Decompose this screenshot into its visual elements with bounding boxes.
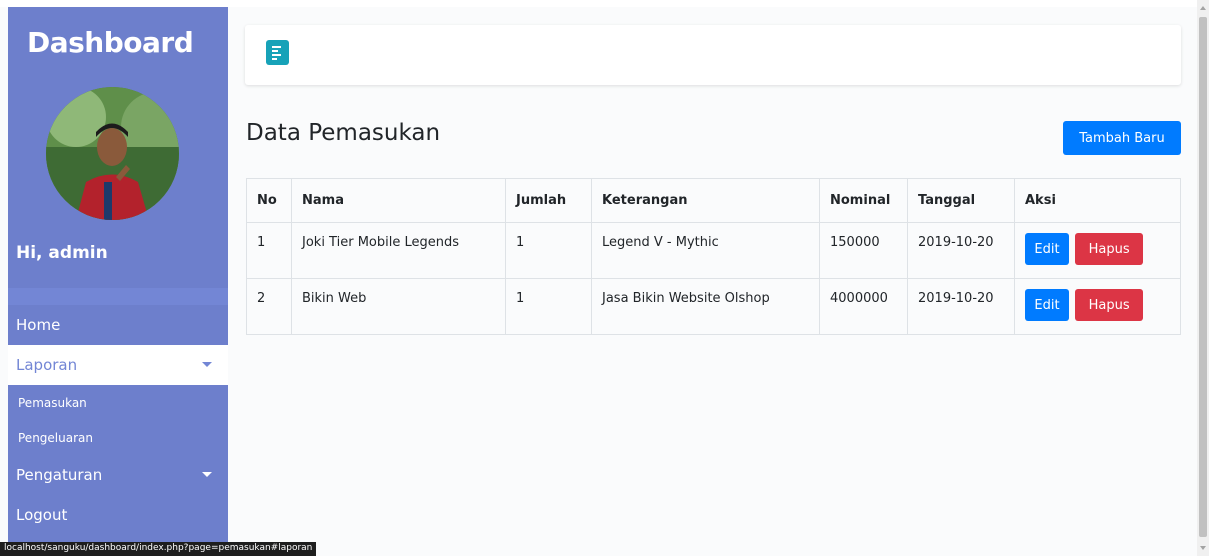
chevron-down-icon	[202, 472, 212, 477]
window-top-edge	[0, 0, 1209, 7]
page-title: Data Pemasukan	[246, 120, 441, 146]
cell-no: 2	[246, 278, 292, 335]
edit-button[interactable]: Edit	[1025, 233, 1069, 265]
sidebar-item-label: Pemasukan	[18, 395, 87, 410]
laporan-submenu: Pemasukan Pengeluaran	[8, 385, 228, 455]
cell-aksi: Edit Hapus	[1014, 278, 1181, 335]
scroll-down-arrow-icon[interactable]	[1200, 546, 1206, 550]
column-header: Nominal	[819, 178, 908, 223]
sidebar: Dashboard Hi, admin Home Laporan Pemasuk…	[8, 7, 228, 556]
cell-tanggal: 2019-10-20	[907, 222, 1015, 279]
menu-lines-icon	[272, 57, 277, 60]
menu-lines-icon	[272, 53, 281, 56]
scroll-up-arrow-icon[interactable]	[1200, 6, 1206, 10]
greeting-text: Hi, admin	[16, 243, 108, 263]
scrollbar-thumb[interactable]	[1199, 17, 1207, 537]
column-header: Aksi	[1014, 178, 1181, 223]
sidebar-item-label: Pengeluaran	[18, 430, 93, 445]
sidebar-item-home[interactable]: Home	[8, 305, 228, 345]
table-row: 2 Bikin Web 1 Jasa Bikin Website Olshop …	[246, 278, 1181, 335]
cell-aksi: Edit Hapus	[1014, 222, 1181, 279]
top-navbar	[245, 25, 1181, 85]
cell-jumlah: 1	[505, 222, 592, 279]
sidebar-menu: Home Laporan Pemasukan Pengeluaran Penga…	[8, 305, 228, 535]
browser-status-url: localhost/sanguku/dashboard/index.php?pa…	[0, 542, 317, 556]
sidebar-item-label: Laporan	[16, 356, 78, 374]
vertical-scrollbar[interactable]	[1197, 0, 1209, 556]
cell-tanggal: 2019-10-20	[907, 278, 1015, 335]
cell-nominal: 4000000	[819, 278, 908, 335]
sidebar-item-pengaturan[interactable]: Pengaturan	[8, 455, 228, 495]
sidebar-toggle-button[interactable]	[266, 40, 289, 65]
sidebar-item-laporan[interactable]: Laporan	[8, 345, 228, 385]
cell-no: 1	[246, 222, 292, 279]
column-header: Nama	[291, 178, 506, 223]
sidebar-item-label: Pengaturan	[16, 466, 103, 484]
cell-nama: Joki Tier Mobile Legends	[291, 222, 506, 279]
avatar-photo-icon	[46, 87, 179, 220]
sidebar-divider	[8, 288, 228, 305]
table-row: 1 Joki Tier Mobile Legends 1 Legend V - …	[246, 222, 1181, 279]
edit-button[interactable]: Edit	[1025, 289, 1069, 321]
cell-keterangan: Jasa Bikin Website Olshop	[591, 278, 820, 335]
sidebar-item-pemasukan[interactable]: Pemasukan	[8, 385, 228, 420]
chevron-down-icon	[202, 362, 212, 367]
sidebar-item-label: Logout	[16, 506, 68, 524]
column-header: Tanggal	[907, 178, 1015, 223]
cell-jumlah: 1	[505, 278, 592, 335]
sidebar-item-pengeluaran[interactable]: Pengeluaran	[8, 420, 228, 455]
menu-lines-icon	[272, 45, 281, 48]
brand-title: Dashboard	[27, 26, 194, 59]
column-header: Jumlah	[505, 178, 592, 223]
sidebar-item-label: Home	[16, 316, 61, 334]
sidebar-item-logout[interactable]: Logout	[8, 495, 228, 535]
cell-nominal: 150000	[819, 222, 908, 279]
menu-lines-icon	[272, 49, 278, 52]
cell-nama: Bikin Web	[291, 278, 506, 335]
add-new-button[interactable]: Tambah Baru	[1063, 121, 1181, 155]
column-header: No	[246, 178, 292, 223]
column-header: Keterangan	[591, 178, 820, 223]
pemasukan-table: No Nama Jumlah Keterangan Nominal Tangga…	[246, 178, 1181, 335]
avatar	[46, 87, 179, 220]
table-header-row: No Nama Jumlah Keterangan Nominal Tangga…	[246, 178, 1181, 223]
delete-button[interactable]: Hapus	[1075, 233, 1144, 265]
delete-button[interactable]: Hapus	[1075, 289, 1144, 321]
cell-keterangan: Legend V - Mythic	[591, 222, 820, 279]
